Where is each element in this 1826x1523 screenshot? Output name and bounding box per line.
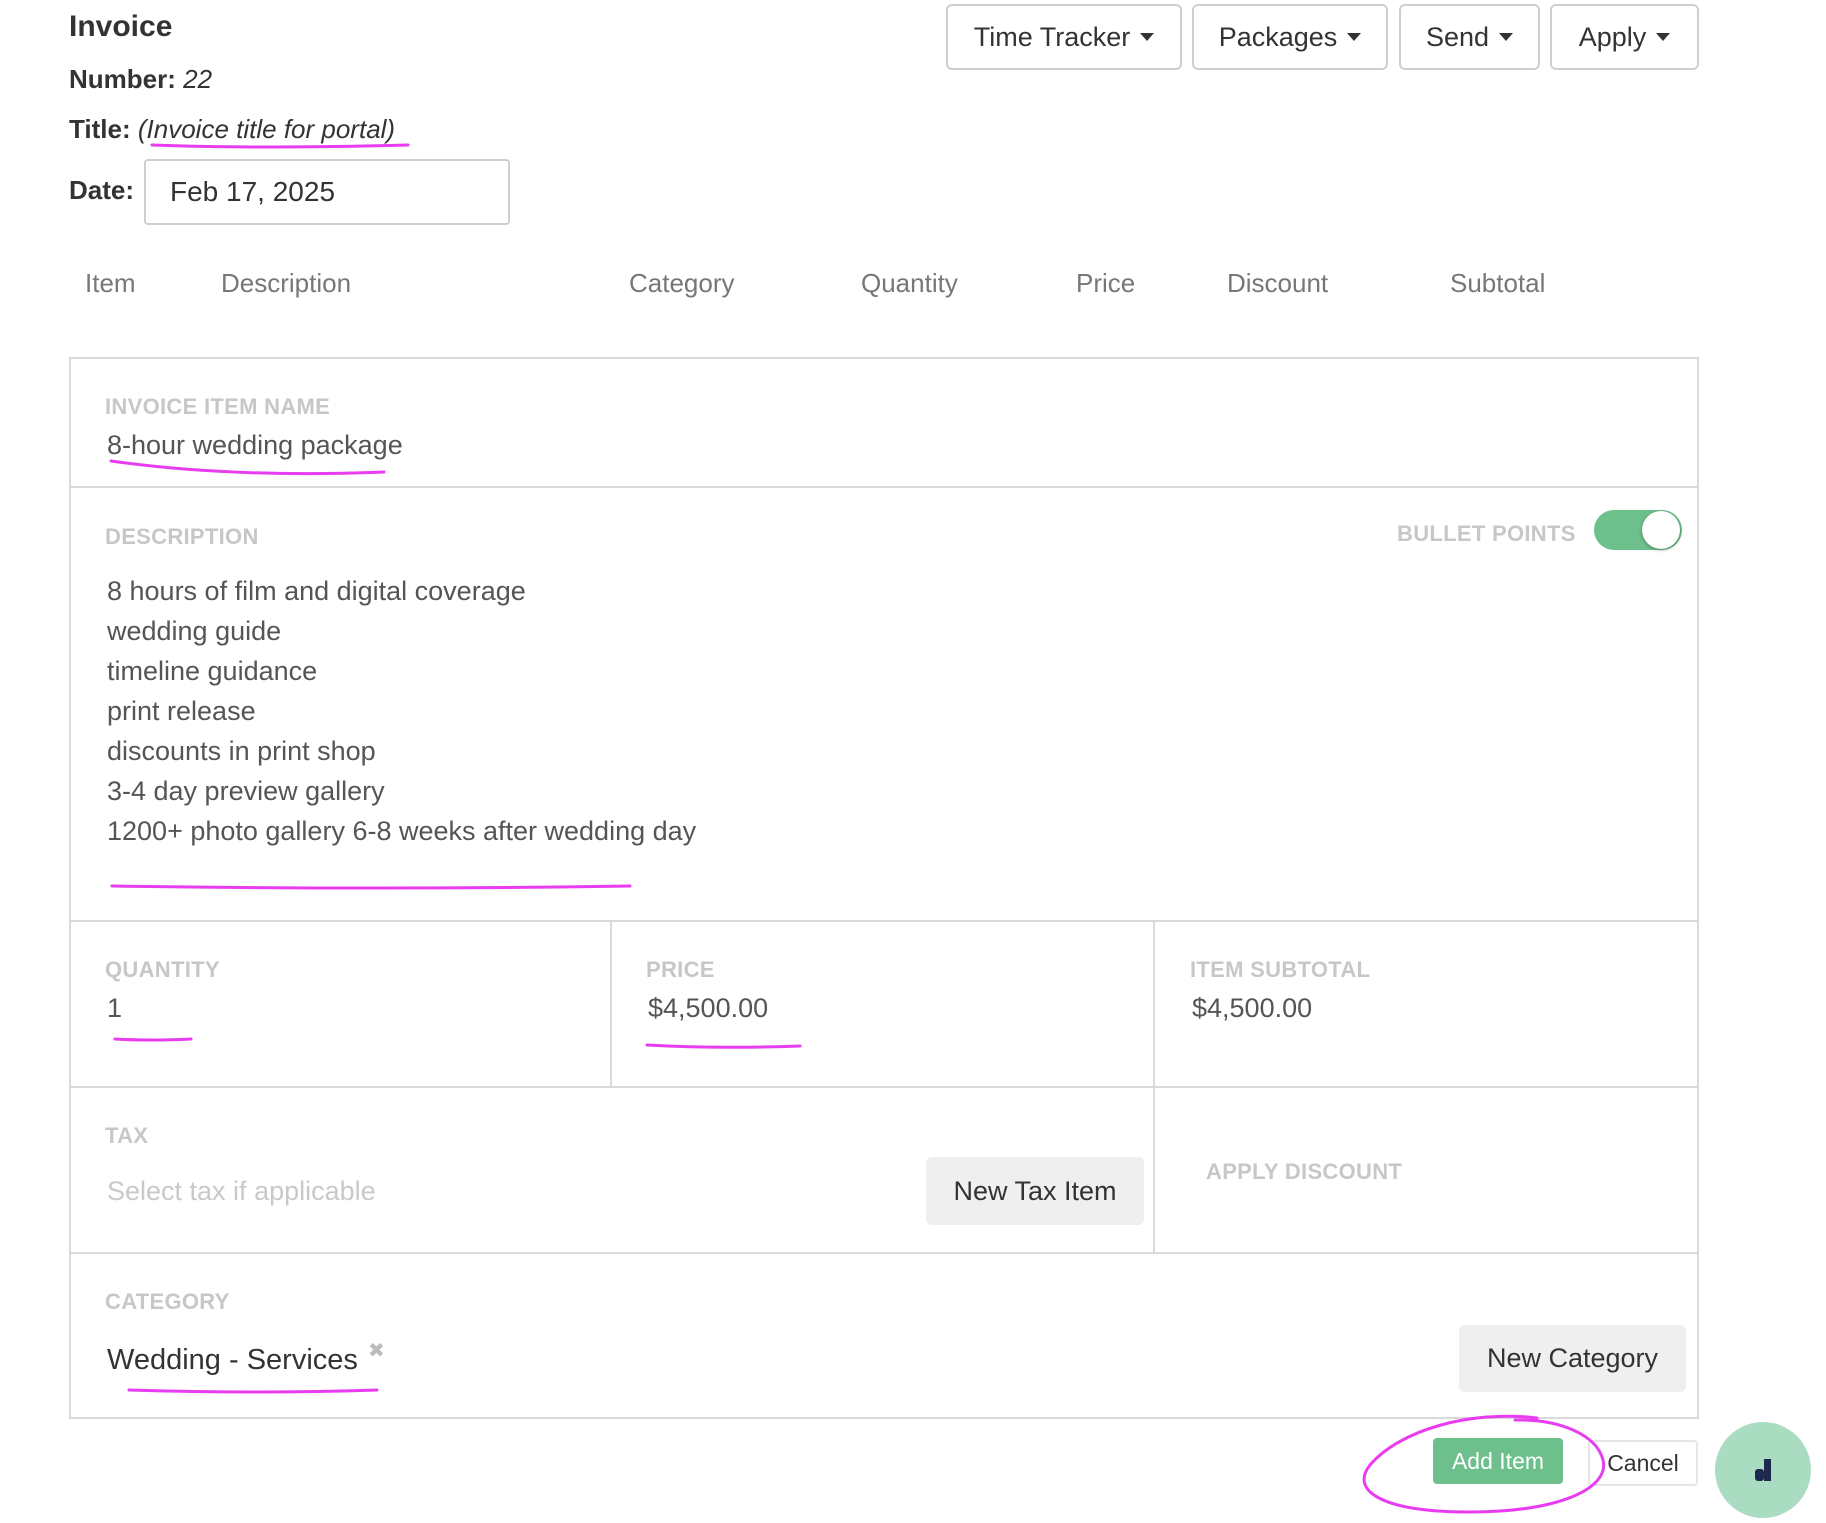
price-label: PRICE — [646, 957, 715, 982]
toggle-knob — [1642, 511, 1680, 549]
column-header-subtotal: Subtotal — [1450, 268, 1546, 298]
divider — [1153, 920, 1155, 1254]
description-line: print release — [107, 696, 256, 726]
quantity-label: QUANTITY — [105, 957, 220, 982]
column-header-description: Description — [221, 268, 352, 298]
quantity-input[interactable]: 1 — [107, 993, 122, 1024]
item-name-label: INVOICE ITEM NAME — [105, 394, 331, 419]
date-input[interactable]: Feb 17, 2025 — [144, 159, 510, 225]
new-category-button[interactable]: New Category — [1459, 1325, 1686, 1392]
invoice-title: Title: (Invoice title for portal) — [69, 114, 395, 145]
divider — [69, 1086, 1699, 1088]
description-textarea[interactable]: 8 hours of film and digital coverage wed… — [107, 571, 696, 851]
chat-widget-icon — [1755, 1459, 1771, 1481]
item-subtotal-label: ITEM SUBTOTAL — [1190, 957, 1371, 982]
description-line: 8 hours of film and digital coverage — [107, 576, 526, 606]
apply-discount-label: APPLY DISCOUNT — [1206, 1159, 1403, 1184]
divider — [610, 920, 612, 1088]
invoice-number: Number: 22 — [69, 64, 212, 95]
close-icon[interactable]: ✖ — [368, 1340, 385, 1362]
packages-label: Packages — [1218, 21, 1338, 52]
tax-select[interactable]: Select tax if applicable — [107, 1176, 376, 1207]
description-line: timeline guidance — [107, 656, 318, 686]
item-subtotal-value: $4,500.00 — [1192, 993, 1313, 1023]
bullet-points-label: BULLET POINTS — [1397, 521, 1576, 546]
title-value[interactable]: (Invoice title for portal) — [138, 114, 395, 144]
divider — [69, 920, 1699, 922]
description-line: wedding guide — [107, 616, 282, 646]
number-value: 22 — [183, 64, 213, 94]
column-header-quantity: Quantity — [861, 268, 958, 298]
date-label: Date: — [69, 175, 135, 205]
caret-down-icon — [1140, 33, 1155, 41]
bullet-points-toggle[interactable] — [1594, 510, 1682, 550]
column-header-category: Category — [629, 268, 735, 298]
divider — [69, 1252, 1699, 1254]
category-label: CATEGORY — [105, 1289, 230, 1314]
send-dropdown[interactable]: Send — [1399, 4, 1540, 70]
number-label: Number: — [69, 64, 176, 94]
annotation-underline — [150, 143, 410, 149]
caret-down-icon — [1656, 33, 1671, 41]
apply-label: Apply — [1578, 21, 1647, 52]
title-label: Title: — [69, 114, 131, 144]
new-tax-item-button[interactable]: New Tax Item — [926, 1157, 1144, 1225]
time-tracker-label: Time Tracker — [973, 21, 1131, 52]
caret-down-icon — [1347, 33, 1362, 41]
packages-dropdown[interactable]: Packages — [1192, 4, 1388, 70]
item-name-input[interactable]: 8-hour wedding package — [107, 430, 403, 461]
column-header-discount: Discount — [1227, 268, 1329, 298]
price-input[interactable]: $4,500.00 — [648, 993, 768, 1024]
category-tag: Wedding - Services ✖ — [107, 1340, 385, 1377]
description-line: 3-4 day preview gallery — [107, 776, 385, 806]
caret-down-icon — [1499, 33, 1514, 41]
description-line: 1200+ photo gallery 6-8 weeks after wedd… — [107, 816, 697, 846]
divider — [69, 486, 1699, 488]
add-item-button[interactable]: Add Item — [1433, 1438, 1563, 1484]
description-line: discounts in print shop — [107, 736, 376, 766]
page-title: Invoice — [69, 10, 173, 43]
time-tracker-dropdown[interactable]: Time Tracker — [946, 4, 1182, 70]
category-value: Wedding - Services — [107, 1344, 358, 1376]
column-header-price: Price — [1076, 268, 1136, 298]
description-label: DESCRIPTION — [105, 524, 259, 549]
invoice-item-card — [69, 357, 1699, 1419]
send-label: Send — [1425, 21, 1490, 52]
chat-widget-button[interactable] — [1715, 1422, 1811, 1518]
cancel-button[interactable]: Cancel — [1588, 1440, 1698, 1486]
apply-dropdown[interactable]: Apply — [1550, 4, 1699, 70]
column-header-item: Item — [85, 268, 136, 298]
tax-label: TAX — [105, 1123, 149, 1148]
